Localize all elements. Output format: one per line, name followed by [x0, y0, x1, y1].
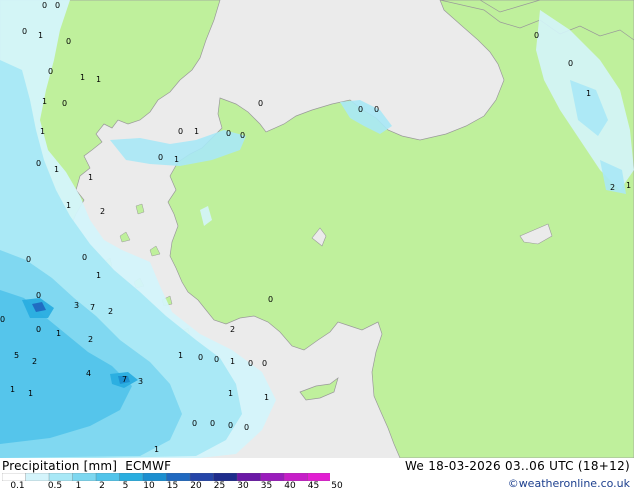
map-value-label: 1 [56, 329, 61, 338]
legend-swatch [119, 473, 144, 481]
map-value-label: 0 [248, 359, 253, 368]
map-value-label: 2 [108, 307, 113, 316]
map-value-label: 4 [86, 369, 91, 378]
map-value-label: 1 [54, 165, 59, 174]
map-canvas: 0 0 0 1 0 0 1 1 1 0 1 0 1 1 1 2 0 0 1 0 … [0, 0, 634, 458]
legend-swatch [72, 473, 97, 481]
map-value-label: 2 [610, 183, 615, 192]
map-value-label: 0 [534, 31, 539, 40]
map-value-label: 3 [138, 377, 143, 386]
legend-swatch [236, 473, 262, 481]
map-title: Precipitation [mm] ECMWF [2, 459, 171, 473]
map-value-label: 0 [192, 419, 197, 428]
site-credit[interactable]: ©weatheronline.co.uk [508, 477, 630, 490]
map-value-label: 7 [122, 375, 127, 384]
map-value-label: 0 [358, 105, 363, 114]
legend-swatch [283, 473, 309, 481]
map-value-label: 2 [230, 325, 235, 334]
map-value-label: 2 [100, 207, 105, 216]
map-value-label: 0 [258, 99, 263, 108]
precipitation-map: 0 0 0 1 0 0 1 1 1 0 1 0 1 1 1 2 0 0 1 0 … [0, 0, 634, 458]
map-value-label: 0 [374, 105, 379, 114]
map-value-label: 0 [62, 99, 67, 108]
model-label: ECMWF [125, 459, 172, 473]
map-value-label: 1 [194, 127, 199, 136]
map-value-label: 0 [262, 359, 267, 368]
map-value-label: 0 [268, 295, 273, 304]
map-value-label: 1 [96, 75, 101, 84]
map-value-label: 1 [154, 445, 159, 454]
map-value-label: 0 [158, 153, 163, 162]
map-value-label: 0 [22, 27, 27, 36]
map-value-label: 0 [36, 159, 41, 168]
map-value-label: 0 [198, 353, 203, 362]
map-value-label: 1 [264, 393, 269, 402]
legend-swatch [166, 473, 191, 481]
legend-swatch [2, 473, 27, 481]
map-value-label: 1 [42, 97, 47, 106]
map-value-label: 0 [226, 129, 231, 138]
legend-swatch [260, 473, 285, 481]
map-value-label: 0 [0, 315, 5, 324]
map-value-label: 0 [36, 291, 41, 300]
legend-swatch [25, 473, 50, 481]
map-value-label: 1 [10, 385, 15, 394]
map-value-label: 1 [230, 357, 235, 366]
map-value-label: 1 [40, 127, 45, 136]
map-footer: Precipitation [mm] ECMWF We 18-03-2026 0… [0, 458, 634, 492]
map-value-label: 3 [74, 301, 79, 310]
map-value-label: 0 [48, 67, 53, 76]
map-value-label: 1 [586, 89, 591, 98]
map-value-label: 0 [66, 37, 71, 46]
precipitation-label: Precipitation [mm] [2, 459, 118, 473]
map-value-label: 1 [96, 271, 101, 280]
map-value-label: 1 [38, 31, 43, 40]
map-value-label: 0 [82, 253, 87, 262]
map-value-label: 1 [178, 351, 183, 360]
map-value-label: 2 [32, 357, 37, 366]
map-value-label: 0 [178, 127, 183, 136]
map-value-label: 1 [88, 173, 93, 182]
map-value-label: 0 [26, 255, 31, 264]
legend-swatch [307, 473, 330, 481]
map-value-label: 0 [42, 1, 47, 10]
legend-colorbar [2, 473, 330, 481]
legend-swatch [189, 473, 215, 481]
map-value-label: 0 [568, 59, 573, 68]
valid-time: We 18-03-2026 03..06 UTC (18+12) [404, 459, 630, 473]
map-value-label: 0 [210, 419, 215, 428]
map-value-label: 7 [90, 303, 95, 312]
map-value-label: 2 [88, 335, 93, 344]
map-value-label: 0 [36, 325, 41, 334]
map-value-label: 0 [55, 1, 60, 10]
map-value-label: 0 [244, 423, 249, 432]
map-value-label: 1 [174, 155, 179, 164]
map-value-label: 0 [240, 131, 245, 140]
legend-swatch [142, 473, 168, 481]
map-value-label: 1 [80, 73, 85, 82]
legend-ticks: 0.1 0.5 1 2 5 10 15 20 25 30 35 40 45 50 [0, 482, 342, 492]
legend-swatch [95, 473, 121, 481]
legend-swatch [213, 473, 238, 481]
map-value-label: 1 [228, 389, 233, 398]
map-value-label: 1 [66, 201, 71, 210]
map-value-label: 0 [228, 421, 233, 430]
map-value-label: 1 [28, 389, 33, 398]
map-value-label: 1 [626, 181, 631, 190]
map-value-label: 0 [214, 355, 219, 364]
legend-swatch [48, 473, 74, 481]
map-value-label: 5 [14, 351, 19, 360]
